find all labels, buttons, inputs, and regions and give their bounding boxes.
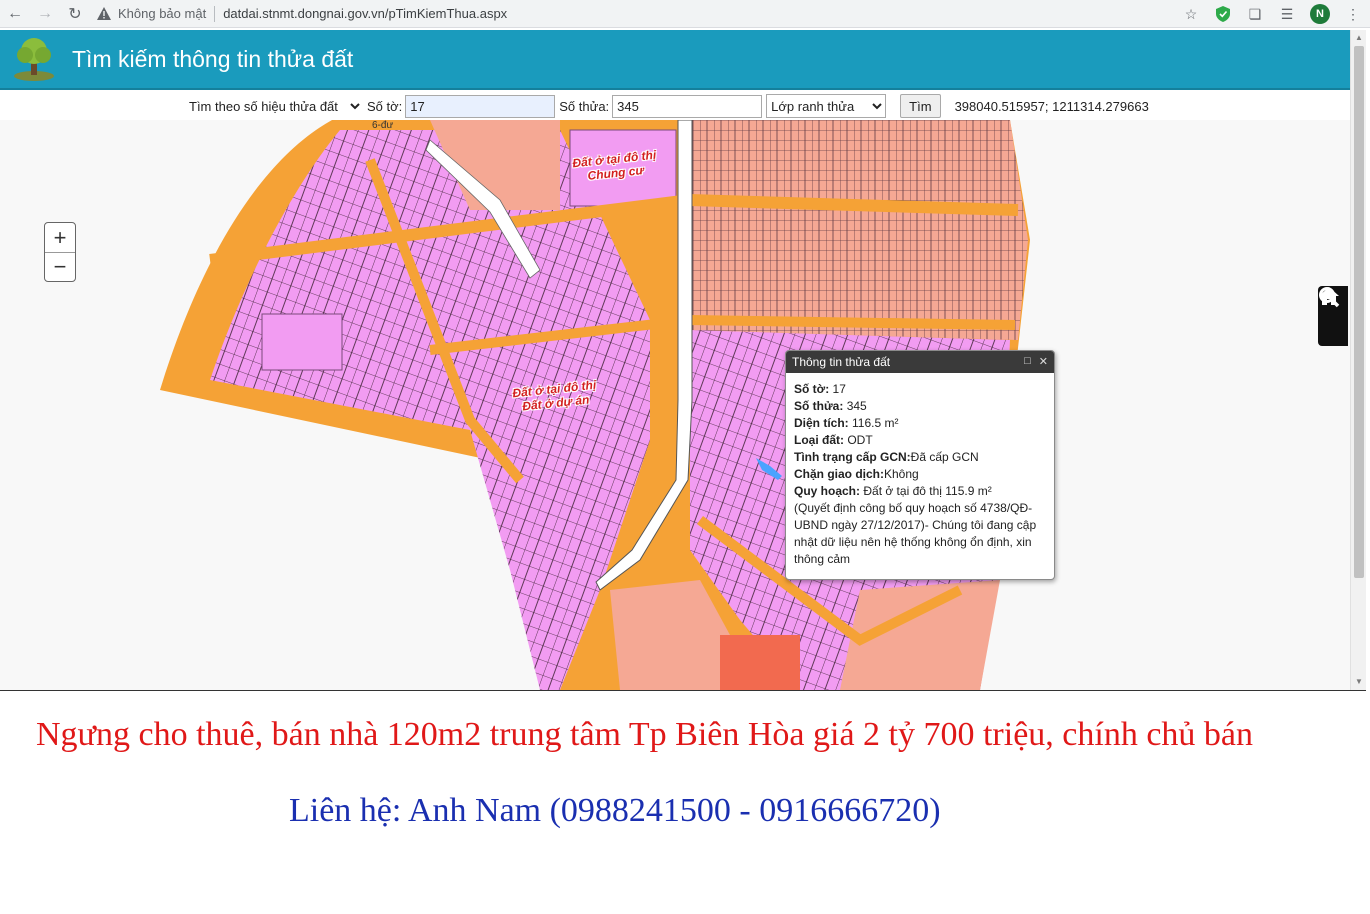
loai-dat-field-label: Loại đất: [794, 433, 844, 447]
back-icon[interactable]: ← [0, 0, 30, 28]
map-salmon-upper-parcels [690, 120, 1028, 340]
map-bottom-divider [0, 690, 1366, 691]
close-icon[interactable]: ✕ [1039, 355, 1048, 368]
scroll-down-icon[interactable]: ▼ [1355, 677, 1363, 686]
browser-actions: ☆ ❏ ☰ N ⋮ [1182, 0, 1362, 28]
tinh-trang-field-value: Đã cấp GCN [910, 450, 979, 464]
dien-tich-field-label: Diện tích: [794, 416, 849, 430]
popup-row-dien-tich: Diện tích: 116.5 m² [794, 415, 1046, 432]
popup-row-quy-hoach: Quy hoạch: Đất ở tại đô thị 115.9 m² [794, 483, 1046, 500]
search-button[interactable]: Tìm [900, 94, 941, 118]
warning-icon [96, 6, 112, 22]
tinh-trang-field-label: Tình trạng cấp GCN: [794, 450, 911, 464]
popup-body: Số tờ: 17 Số thửa: 345 Diện tích: 116.5 … [786, 373, 1054, 568]
chan-giao-dich-field-label: Chặn giao dịch: [794, 467, 884, 481]
forward-icon[interactable]: → [30, 0, 60, 28]
cadastral-map[interactable] [0, 120, 1350, 690]
browser-toolbar: ← → ↻ Không bảo mật datdai.stnmt.dongnai… [0, 0, 1370, 28]
tree-logo-icon [14, 38, 54, 81]
ad-contact: Liên hệ: Anh Nam (0988241500 - 091666672… [289, 792, 941, 829]
shield-extension-icon[interactable] [1214, 5, 1232, 23]
map-red-block [720, 635, 800, 690]
loai-dat-field-value: ODT [844, 433, 873, 447]
dien-tich-field-value: 116.5 m² [848, 416, 899, 430]
so-to-field-label: Số tờ: [794, 382, 830, 396]
so-to-input[interactable] [405, 94, 556, 118]
popup-note: (Quyết định công bố quy hoạch số 4738/QĐ… [794, 501, 1037, 566]
app-header: Tìm kiếm thông tin thửa đất [0, 30, 1350, 90]
star-icon[interactable]: ☆ [1182, 5, 1200, 23]
security-label: Không bảo mật [118, 6, 207, 21]
map-side-tools [1318, 286, 1348, 346]
so-to-label: Số tờ: [367, 98, 403, 114]
map-road-label-fragment: 6-đư [372, 120, 394, 131]
popup-header: Thông tin thửa đất □ ✕ [786, 351, 1054, 373]
so-thua-field-label: Số thửa: [794, 399, 844, 413]
ad-headline: Ngưng cho thuê, bán nhà 120m2 trung tâm … [36, 716, 1254, 753]
chan-giao-dich-field-value: Không [884, 467, 919, 481]
popup-row-loai-dat: Loại đất: ODT [794, 432, 1046, 449]
popup-row-so-to: Số tờ: 17 [794, 381, 1046, 398]
search-toolbar: Tìm theo số hiệu thửa đất Số tờ: Số thửa… [185, 94, 1149, 118]
so-thua-input[interactable] [612, 94, 763, 118]
scroll-up-icon[interactable]: ▲ [1355, 33, 1363, 42]
so-thua-label: Số thửa: [559, 98, 610, 114]
menu-dots-icon[interactable]: ⋮ [1344, 5, 1362, 23]
zoom-out-button[interactable]: − [45, 252, 75, 281]
zoom-in-button[interactable]: + [45, 223, 75, 252]
media-controls-icon[interactable]: ☰ [1278, 5, 1296, 23]
map-canvas[interactable]: Đất ở tại đô thị Chung cư Đất ở tại đô t… [0, 120, 1350, 690]
quy-hoach-field-label: Quy hoạch: [794, 484, 861, 498]
address-bar[interactable]: Không bảo mật datdai.stnmt.dongnai.gov.v… [96, 2, 1176, 26]
scrollbar-thumb[interactable] [1354, 46, 1364, 578]
popup-row-tinh-trang: Tình trạng cấp GCN:Đã cấp GCN [794, 449, 1046, 466]
page-title: Tìm kiếm thông tin thửa đất [72, 45, 354, 72]
coordinate-readout: 398040.515957; 1211314.279663 [954, 98, 1149, 114]
profile-avatar[interactable]: N [1310, 4, 1330, 24]
zoom-control: + − [44, 222, 76, 282]
layer-select[interactable]: Lớp ranh thửa [766, 94, 887, 118]
popup-title: Thông tin thửa đất [792, 355, 891, 369]
search-mode-select[interactable]: Tìm theo số hiệu thửa đất [185, 95, 363, 117]
parcel-info-popup: Thông tin thửa đất □ ✕ Số tờ: 17 Số thửa… [785, 350, 1055, 580]
url-text[interactable]: datdai.stnmt.dongnai.gov.vn/pTimKiemThua… [223, 6, 507, 21]
reload-icon[interactable]: ↻ [60, 0, 90, 28]
popup-row-chan-giao-dich: Chặn giao dịch:Không [794, 466, 1046, 483]
puzzle-extensions-icon[interactable]: ❏ [1246, 5, 1264, 23]
maximize-icon[interactable]: □ [1024, 355, 1031, 368]
popup-controls: □ ✕ [1024, 355, 1048, 368]
quy-hoach-field-value: Đất ở tại đô thị 115.9 m² [860, 484, 992, 498]
omnibox-divider [214, 5, 216, 22]
map-left-block [261, 313, 343, 371]
page-scrollbar[interactable]: ▲ ▼ [1350, 30, 1366, 690]
so-to-field-value: 17 [829, 382, 846, 396]
popup-row-so-thua: Số thửa: 345 [794, 398, 1046, 415]
so-thua-field-value: 345 [843, 399, 867, 413]
